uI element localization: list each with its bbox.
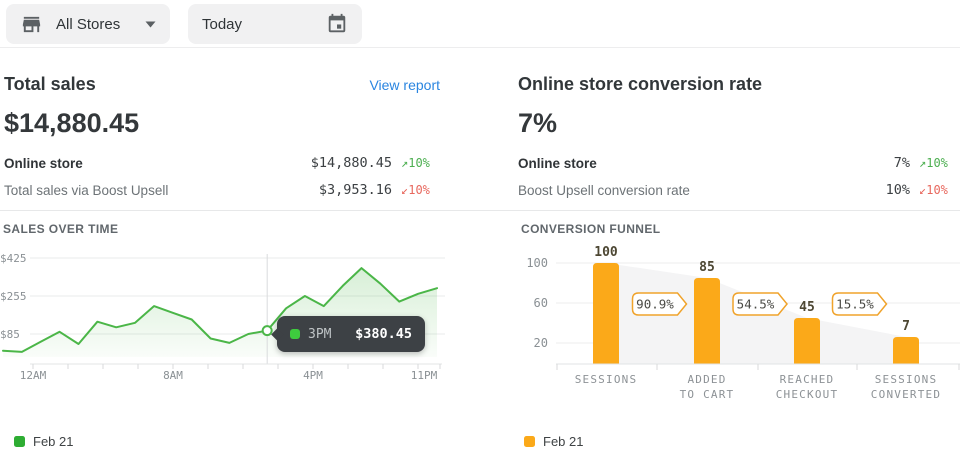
- bar-value-label: 100: [594, 246, 618, 260]
- legend-label: Feb 21: [33, 434, 73, 449]
- store-filter-label: All Stores: [56, 16, 120, 33]
- metrics-row: Total sales View report $14,880.45 Onlin…: [0, 48, 960, 210]
- sales-over-time-heading: SALES OVER TIME: [3, 223, 462, 235]
- legend-row: Feb 21 Feb 21: [0, 431, 960, 451]
- delta-value: 10%: [408, 156, 430, 170]
- x-axis-label: 8AM: [163, 369, 183, 382]
- funnel-bar[interactable]: [794, 318, 820, 364]
- sales-over-time-section: SALES OVER TIME $85 $255 $425 12AM 8AM 4PM 11P…: [0, 211, 462, 406]
- metric-row-online-store: Online store $14,880.45 ↗10%: [4, 152, 440, 174]
- top-filter-bar: All Stores Today: [0, 0, 960, 48]
- delta-value: 10%: [408, 183, 430, 197]
- bar-value-label: 85: [699, 260, 715, 275]
- category-label: CONVERTED: [871, 388, 941, 401]
- metric-delta-badge: ↙10%: [392, 183, 440, 197]
- metric-delta-badge: ↗10%: [392, 156, 440, 170]
- metric-label: Online store: [4, 156, 83, 171]
- view-report-link[interactable]: View report: [369, 77, 440, 93]
- y-axis-label: $425: [0, 252, 27, 265]
- category-label: REACHED: [780, 373, 835, 386]
- conversion-funnel-chart[interactable]: 20 60 100 100 85 45 7 90.9% 54.5% 15.5% SESSIONS AD…: [518, 246, 960, 406]
- funnel-legend: Feb 21: [524, 434, 583, 449]
- chart-tooltip: 3PM $380.45: [277, 316, 425, 352]
- conversion-badge-label: 15.5%: [836, 297, 874, 312]
- metric-row-online-store-rate: Online store 7% ↗10%: [518, 152, 958, 174]
- legend-swatch-orange: [524, 436, 535, 447]
- metric-value: $3,953.16: [319, 182, 392, 198]
- legend-swatch-green: [14, 436, 25, 447]
- funnel-bar[interactable]: [593, 263, 619, 364]
- tooltip-value: $380.45: [355, 326, 412, 342]
- charts-row: SALES OVER TIME $85 $255 $425 12AM 8AM 4PM 11P…: [0, 211, 960, 406]
- conversion-badge-label: 54.5%: [737, 297, 775, 312]
- bar-value-label: 7: [902, 319, 910, 334]
- category-label: SESSIONS: [875, 373, 938, 386]
- category-label: TO CART: [680, 388, 735, 401]
- delta-value: 10%: [926, 183, 948, 197]
- delta-value: 10%: [926, 156, 948, 170]
- category-label: CHECKOUT: [776, 388, 839, 401]
- metric-value: 7%: [894, 155, 910, 171]
- funnel-bar[interactable]: [893, 337, 919, 364]
- chevron-down-icon: [145, 21, 156, 28]
- x-axis-label: 12AM: [20, 369, 47, 382]
- x-axis-label: 11PM: [411, 369, 438, 382]
- store-filter-button[interactable]: All Stores: [6, 4, 170, 44]
- conversion-badge-label: 90.9%: [636, 297, 674, 312]
- total-sales-title: Total sales: [4, 74, 96, 95]
- conversion-funnel-heading: CONVERSION FUNNEL: [521, 223, 960, 235]
- y-axis-label: 20: [534, 336, 548, 350]
- conversion-rate-title: Online store conversion rate: [518, 74, 762, 95]
- sales-legend: Feb 21: [14, 434, 462, 449]
- y-axis-label: $255: [0, 290, 27, 303]
- y-axis-label: $85: [0, 328, 20, 341]
- conversion-funnel-section: CONVERSION FUNNEL 20 60 100 100 85 45 7 90.9% 54…: [462, 211, 960, 406]
- legend-label: Feb 21: [543, 434, 583, 449]
- date-filter-label: Today: [202, 16, 242, 33]
- x-axis-label: 4PM: [303, 369, 323, 382]
- tooltip-series-swatch: [290, 329, 300, 339]
- category-label: ADDED: [687, 373, 726, 386]
- metric-delta-badge: ↗10%: [910, 156, 958, 170]
- metric-label: Boost Upsell conversion rate: [518, 183, 690, 198]
- y-axis-label: 100: [526, 256, 548, 270]
- date-filter-button[interactable]: Today: [188, 4, 362, 44]
- metric-row-boost-upsell: Total sales via Boost Upsell $3,953.16 ↙…: [4, 179, 440, 201]
- sales-line-chart[interactable]: $85 $255 $425 12AM 8AM 4PM 11PM 3PM $380.45: [0, 246, 445, 386]
- metric-label: Online store: [518, 156, 597, 171]
- funnel-bar[interactable]: [694, 278, 720, 364]
- metric-label: Total sales via Boost Upsell: [4, 183, 168, 198]
- metric-value: 10%: [886, 182, 910, 198]
- metric-row-boost-rate: Boost Upsell conversion rate 10% ↙10%: [518, 179, 958, 201]
- calendar-icon: [326, 13, 348, 35]
- total-sales-value: $14,880.45: [4, 106, 462, 140]
- conversion-rate-value: 7%: [518, 106, 960, 140]
- bar-value-label: 45: [799, 300, 815, 315]
- y-axis-label: 60: [534, 296, 548, 310]
- funnel-chart-canvas: 20 60 100 100 85 45 7 90.9% 54.5% 15.5% SESSIONS AD…: [518, 246, 960, 406]
- conversion-rate-panel: Online store conversion rate 7% Online s…: [462, 48, 960, 210]
- tooltip-time: 3PM: [308, 327, 331, 342]
- metric-value: $14,880.45: [311, 155, 392, 171]
- category-label: SESSIONS: [575, 373, 638, 386]
- store-icon: [20, 13, 43, 36]
- metric-delta-badge: ↙10%: [910, 183, 958, 197]
- total-sales-panel: Total sales View report $14,880.45 Onlin…: [0, 48, 462, 210]
